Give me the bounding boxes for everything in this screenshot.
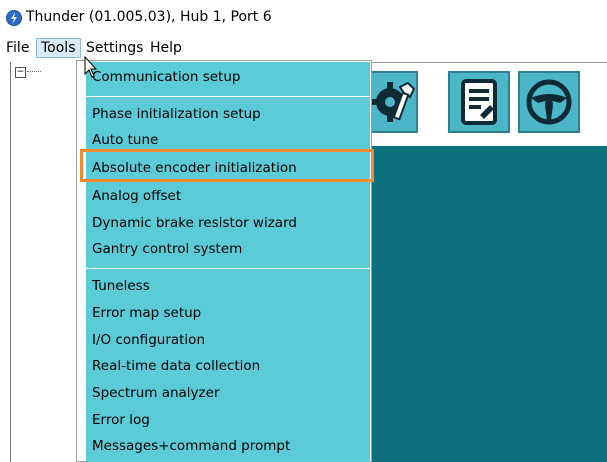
menu-file[interactable]: File (2, 38, 33, 58)
menu-separator (86, 96, 370, 97)
app-logo-icon (6, 10, 22, 26)
window-title: Thunder (01.005.03), Hub 1, Port 6 (26, 9, 272, 25)
tools-dropdown-menu: Communication setup Phase initialization… (76, 60, 372, 462)
wrench-gear-icon (371, 81, 416, 122)
highlight-annotation-box (80, 149, 374, 182)
menu-item-phase-initialization-setup[interactable]: Phase initialization setup (86, 102, 370, 126)
tree-panel: − (10, 62, 77, 462)
menu-item-real-time-data-collection[interactable]: Real-time data collection (86, 354, 370, 378)
menu-separator (86, 268, 370, 269)
document-tool-button[interactable] (448, 71, 510, 133)
settings-tool-button[interactable] (368, 71, 418, 133)
menu-tools[interactable]: Tools (36, 38, 81, 58)
menu-item-messages-command-prompt[interactable]: Messages+command prompt (86, 434, 370, 458)
menu-item-error-map-setup[interactable]: Error map setup (86, 301, 370, 325)
drive-tool-button[interactable] (518, 71, 580, 133)
menu-item-dynamic-brake-resistor-wizard[interactable]: Dynamic brake resistor wizard (86, 211, 370, 235)
menu-item-spectrum-analyzer[interactable]: Spectrum analyzer (86, 381, 370, 405)
mouse-cursor-icon (84, 56, 98, 78)
menu-item-error-log[interactable]: Error log (86, 408, 370, 432)
menu-item-tuneless[interactable]: Tuneless (86, 274, 370, 298)
tools-menu-list: Communication setup Phase initialization… (86, 62, 370, 462)
document-pen-icon (461, 79, 497, 125)
main-content-panel (372, 146, 607, 462)
menu-item-io-configuration[interactable]: I/O configuration (86, 328, 370, 352)
title-bar: Thunder (01.005.03), Hub 1, Port 6 (0, 0, 607, 36)
menu-help[interactable]: Help (146, 38, 186, 58)
menu-item-analog-offset[interactable]: Analog offset (86, 184, 370, 208)
tree-collapse-toggle[interactable]: − (15, 67, 26, 78)
steering-wheel-icon (526, 79, 572, 125)
menu-item-communication-setup[interactable]: Communication setup (86, 65, 370, 89)
menu-item-gantry-control-system[interactable]: Gantry control system (86, 237, 370, 261)
tree-connector (27, 71, 41, 72)
toolbar (368, 62, 607, 146)
menu-settings[interactable]: Settings (82, 38, 147, 58)
